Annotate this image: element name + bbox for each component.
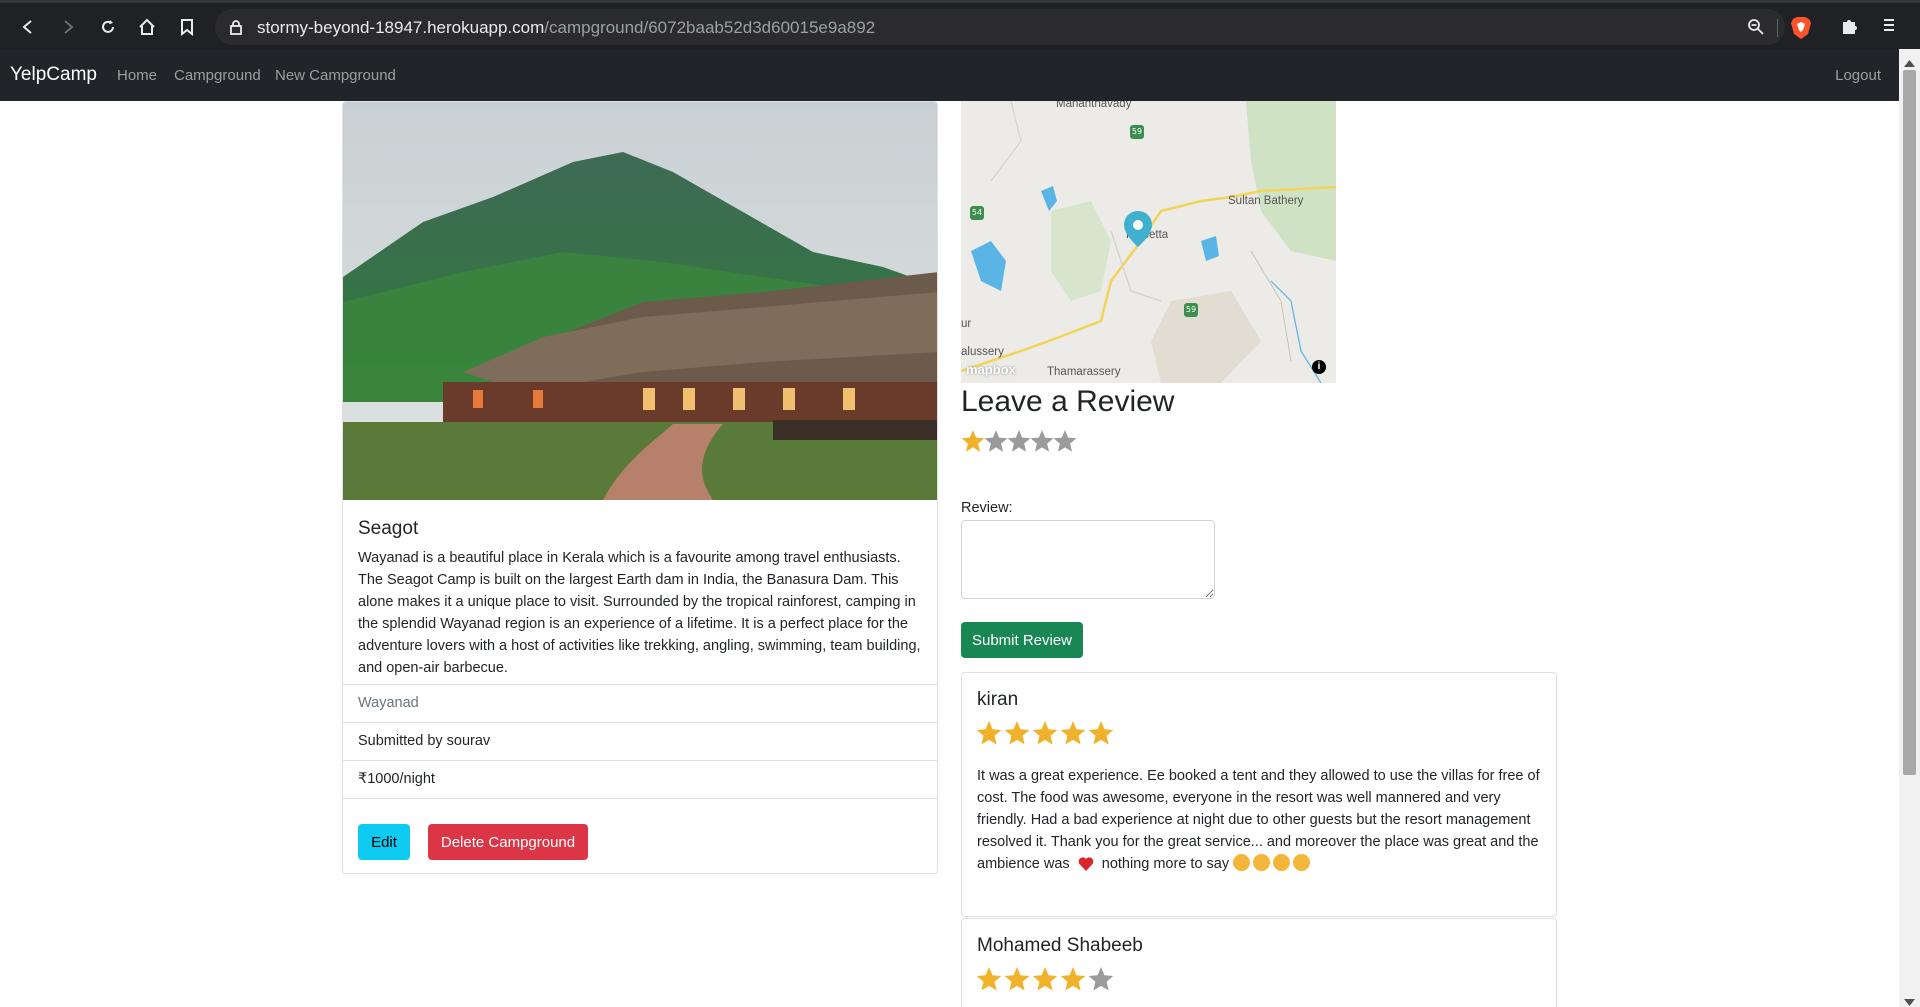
review-card: Mohamed Shabeeb bbox=[961, 918, 1557, 1007]
home-icon[interactable] bbox=[135, 15, 159, 39]
route-shield-icon: 59 bbox=[1184, 303, 1198, 317]
campground-card: Seagot Wayanad is a beautiful place in K… bbox=[342, 101, 938, 874]
star-filled-icon bbox=[1032, 721, 1058, 745]
nav-link-campground[interactable]: Campground bbox=[174, 67, 261, 84]
map-label-mananthavady: Mananthavady bbox=[1056, 101, 1132, 110]
submit-review-button[interactable]: Submit Review bbox=[961, 622, 1083, 658]
nav-link-home[interactable]: Home bbox=[117, 67, 157, 84]
star-empty-icon[interactable] bbox=[984, 430, 1008, 452]
star-struck-emoji-icon bbox=[1253, 854, 1271, 871]
star-filled-icon bbox=[977, 721, 1002, 745]
star-filled-icon bbox=[977, 967, 1002, 991]
toolbar-divider bbox=[1777, 19, 1778, 37]
nav-link-new-campground[interactable]: New Campground bbox=[275, 67, 396, 84]
extensions-puzzle-icon[interactable] bbox=[1840, 16, 1860, 41]
review-card: kiran It was a great experience. Ee book… bbox=[961, 672, 1557, 917]
bookmark-icon[interactable] bbox=[175, 15, 199, 39]
delete-campground-button[interactable]: Delete Campground bbox=[428, 824, 588, 860]
back-icon[interactable] bbox=[16, 15, 40, 39]
leave-review-heading: Leave a Review bbox=[961, 385, 1175, 418]
edit-button[interactable]: Edit bbox=[358, 824, 410, 860]
campground-price: ₹1000/night bbox=[343, 760, 937, 798]
campground-description: Wayanad is a beautiful place in Kerala w… bbox=[358, 550, 921, 676]
star-struck-emoji-icon bbox=[1273, 854, 1291, 871]
logout-link[interactable]: Logout bbox=[1835, 67, 1881, 84]
zoom-icon[interactable] bbox=[1747, 18, 1765, 41]
route-shield-icon: 59 bbox=[1130, 125, 1144, 139]
url-host: stormy-beyond-18947.herokuapp.com bbox=[257, 18, 545, 37]
scroll-down-arrow-icon[interactable] bbox=[1904, 993, 1915, 1007]
campground-title: Seagot bbox=[358, 518, 419, 539]
url-text: stormy-beyond-18947.herokuapp.com/campgr… bbox=[257, 18, 875, 38]
review-body-tail: nothing more to say bbox=[1101, 856, 1230, 872]
map-label-sultan-bathery: Sultan Bathery bbox=[1228, 195, 1304, 207]
campground-map[interactable]: Mananthavady Sultan Bathery Kalpetta ur … bbox=[961, 101, 1336, 383]
star-filled-icon bbox=[1088, 721, 1114, 745]
star-filled-icon[interactable] bbox=[961, 430, 985, 452]
star-filled-icon bbox=[1032, 967, 1058, 991]
star-empty-icon[interactable] bbox=[1053, 430, 1077, 452]
scrollbar-thumb[interactable] bbox=[1903, 70, 1916, 775]
brand-logo[interactable]: YelpCamp bbox=[10, 64, 97, 86]
star-rating-input[interactable] bbox=[961, 428, 1111, 458]
review-label: Review: bbox=[961, 500, 1013, 516]
review-author: Mohamed Shabeeb bbox=[977, 935, 1143, 956]
map-marker-icon[interactable] bbox=[1124, 211, 1152, 247]
campground-location: Wayanad bbox=[343, 684, 937, 722]
map-label-thamarassery: Thamarassery bbox=[1047, 366, 1121, 378]
reload-icon[interactable] bbox=[96, 15, 120, 39]
star-struck-emoji-icon bbox=[1233, 854, 1251, 871]
url-path: /campground/6072baab52d3d60015e9a892 bbox=[544, 18, 876, 37]
map-label-alussery: alussery bbox=[961, 346, 1004, 358]
star-filled-icon bbox=[1060, 967, 1086, 991]
lock-icon bbox=[229, 19, 243, 40]
forward-icon[interactable] bbox=[56, 15, 80, 39]
star-empty-icon[interactable] bbox=[1007, 430, 1031, 452]
star-filled-icon bbox=[1004, 967, 1030, 991]
mapbox-logo: mapbox bbox=[966, 362, 1016, 377]
star-empty-icon[interactable] bbox=[1030, 430, 1054, 452]
review-star-rating bbox=[977, 721, 1114, 745]
address-bar[interactable]: stormy-beyond-18947.herokuapp.com/campgr… bbox=[215, 9, 1785, 45]
review-author: kiran bbox=[977, 689, 1019, 710]
star-struck-emoji-icon bbox=[1293, 854, 1311, 871]
app-navbar: YelpCamp Home Campground New Campground … bbox=[0, 49, 1899, 101]
brave-shield-icon[interactable] bbox=[1790, 16, 1812, 45]
campground-photo bbox=[343, 102, 937, 500]
review-textarea[interactable] bbox=[961, 520, 1215, 599]
map-label-ur: ur bbox=[961, 318, 972, 330]
browser-toolbar: stormy-beyond-18947.herokuapp.com/campgr… bbox=[0, 0, 1920, 49]
review-star-rating bbox=[977, 967, 1114, 991]
route-shield-icon: 54 bbox=[970, 206, 984, 220]
star-filled-icon bbox=[1060, 721, 1086, 745]
map-info-icon[interactable]: i bbox=[1312, 360, 1326, 374]
campground-submitted-by: Submitted by sourav bbox=[343, 722, 937, 760]
red-heart-emoji-icon bbox=[1078, 857, 1094, 871]
browser-menu-icon[interactable] bbox=[1880, 16, 1898, 39]
card-footer-divider bbox=[343, 798, 937, 799]
star-empty-icon bbox=[1088, 967, 1114, 991]
star-filled-icon bbox=[1004, 721, 1030, 745]
review-body: It was a great experience. Ee booked a t… bbox=[977, 765, 1543, 875]
